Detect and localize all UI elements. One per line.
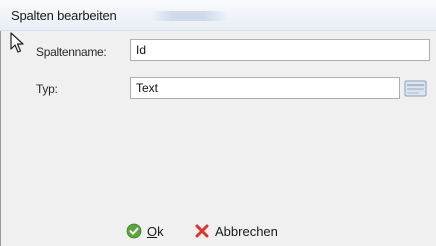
title-bar-glow	[150, 11, 228, 21]
ok-mnemonic: O	[147, 223, 158, 239]
checkmark-icon	[126, 223, 142, 239]
ok-label-rest: k	[157, 223, 164, 239]
dialog-left-border	[0, 31, 1, 246]
ok-button-label: Ok	[147, 224, 164, 239]
cancel-button[interactable]: Abbrechen	[194, 221, 278, 241]
list-picker-icon[interactable]	[403, 77, 429, 99]
cancel-button-label: Abbrechen	[215, 223, 278, 239]
column-name-label: Spaltenname:	[36, 45, 107, 59]
mouse-pointer-icon	[10, 32, 24, 53]
column-name-input[interactable]: Id	[130, 39, 430, 61]
type-input[interactable]: Text	[130, 77, 400, 99]
dialog-title: Spalten bearbeiten	[11, 8, 117, 23]
title-bar[interactable]: Spalten bearbeiten	[0, 0, 436, 31]
type-label: Typ:	[36, 82, 58, 96]
edit-columns-dialog: Spalten bearbeiten Spaltenname: Id Typ: …	[0, 0, 436, 246]
x-icon	[195, 224, 209, 238]
dialog-body	[0, 31, 436, 246]
ok-button[interactable]: Ok	[126, 221, 164, 241]
